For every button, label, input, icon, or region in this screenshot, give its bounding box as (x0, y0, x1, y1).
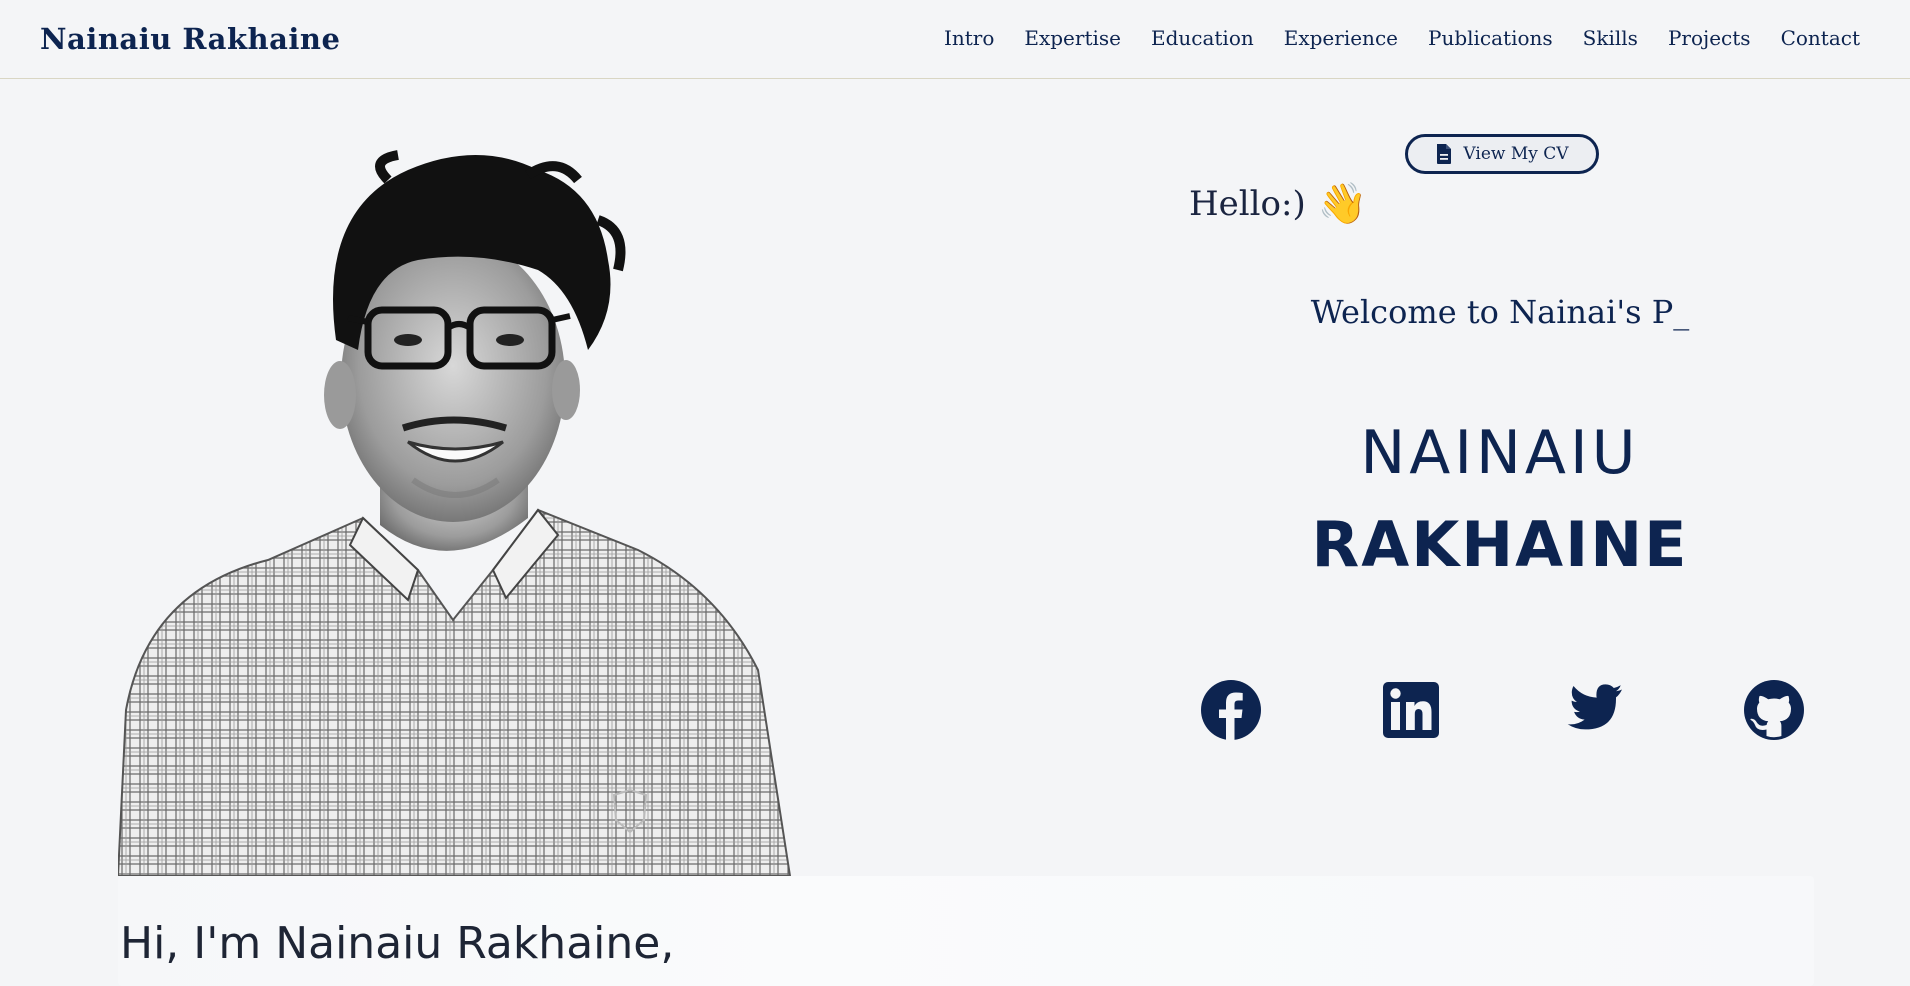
site-brand[interactable]: Nainaiu Rakhaine (40, 22, 340, 56)
twitter-icon[interactable] (1561, 683, 1623, 737)
view-cv-button[interactable]: View My CV (1405, 134, 1599, 174)
nav-link-publications[interactable]: Publications (1428, 26, 1553, 50)
nav-link-contact[interactable]: Contact (1781, 26, 1860, 50)
nav-link-education[interactable]: Education (1151, 26, 1254, 50)
document-icon (1437, 144, 1452, 164)
view-cv-label: View My CV (1463, 144, 1569, 164)
nav-link-projects[interactable]: Projects (1668, 26, 1751, 50)
hello-text: Hello:) (1189, 183, 1306, 224)
github-icon[interactable] (1743, 679, 1805, 741)
hero-last-name: RAKHAINE (1311, 508, 1689, 581)
navbar: Nainaiu Rakhaine Intro Expertise Educati… (0, 0, 1910, 79)
nav-link-expertise[interactable]: Expertise (1024, 26, 1121, 50)
nav-link-experience[interactable]: Experience (1284, 26, 1398, 50)
nav-link-intro[interactable]: Intro (944, 26, 994, 50)
nav-links: Intro Expertise Education Experience Pub… (914, 26, 1860, 50)
waving-hand-icon: 👋 (1317, 181, 1368, 227)
profile-photo (118, 150, 792, 876)
about-heading: Hi, I'm Nainaiu Rakhaine, (120, 918, 675, 969)
welcome-typing-text: Welcome to Nainai's P_ (1310, 293, 1690, 331)
linkedin-icon[interactable] (1383, 682, 1439, 738)
facebook-icon[interactable] (1200, 679, 1262, 741)
hero-first-name: NAINAIU (1360, 418, 1640, 488)
hello-greeting: Hello:) 👋 (1189, 180, 1368, 227)
nav-link-skills[interactable]: Skills (1583, 26, 1638, 50)
